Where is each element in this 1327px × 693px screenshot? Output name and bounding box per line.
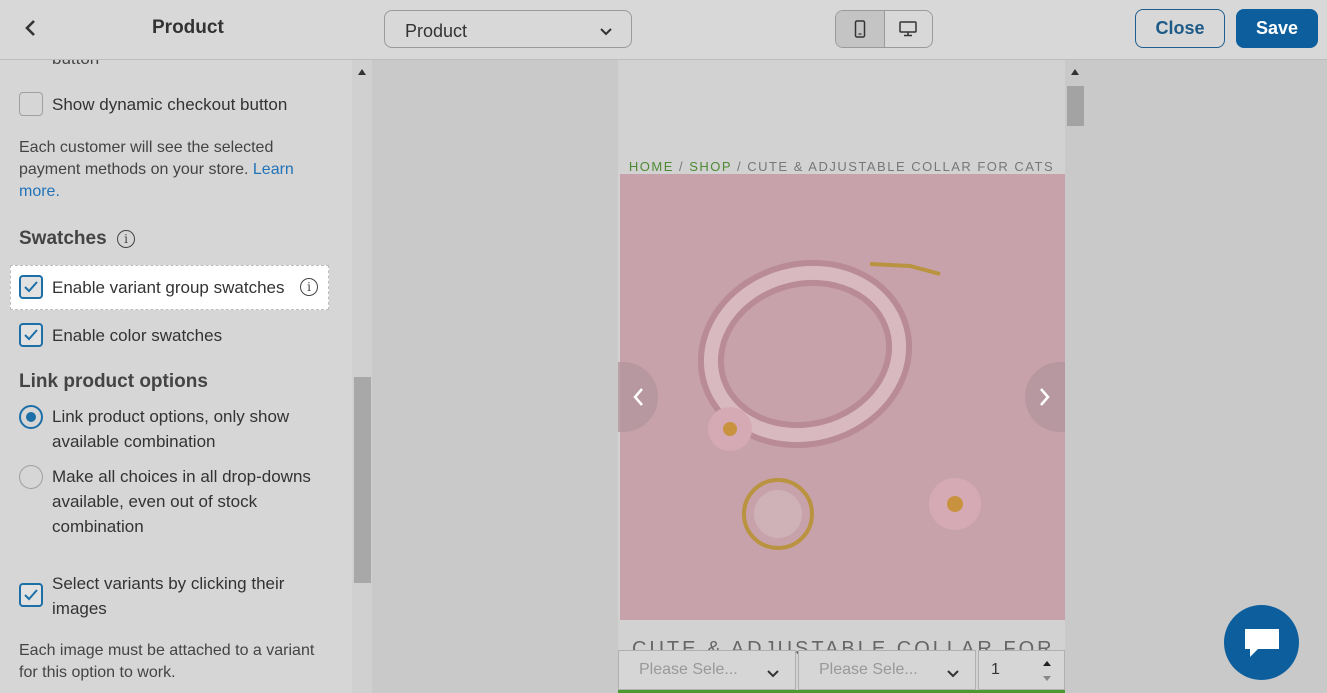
- checkmark-icon: [24, 281, 38, 293]
- chevron-right-icon: [1040, 388, 1050, 406]
- link-options-heading: Link product options: [19, 371, 208, 392]
- back-arrow-icon[interactable]: [18, 16, 42, 40]
- all-choices-radio-label: Make all choices in all drop-downs avail…: [52, 467, 311, 536]
- chat-button[interactable]: [1224, 605, 1299, 680]
- link-options-radio-label: Link product options, only show availabl…: [52, 407, 290, 451]
- desktop-view-button[interactable]: [885, 11, 933, 47]
- select-by-images-label: Select variants by clicking their images: [52, 574, 285, 618]
- dynamic-checkout-checkbox[interactable]: [19, 92, 43, 116]
- stepper-arrows-icon[interactable]: [1042, 659, 1052, 683]
- page-select-value: Product: [405, 21, 468, 41]
- chevron-left-icon: [633, 388, 643, 406]
- variant-swatches-label: Enable variant group swatches: [52, 278, 285, 297]
- swatches-heading: Swatches: [19, 228, 107, 249]
- mobile-preview-frame: HOME / SHOP / CUTE & ADJUSTABLE COLLAR F…: [618, 60, 1065, 693]
- dynamic-checkout-label: Show dynamic checkout button: [52, 95, 288, 114]
- variant-select-1[interactable]: Please Sele...: [618, 650, 796, 690]
- mobile-icon: [854, 20, 865, 38]
- variant-swatches-checkbox[interactable]: [19, 275, 43, 299]
- close-button[interactable]: Close: [1135, 9, 1225, 48]
- desktop-icon: [899, 21, 917, 37]
- panel-scrollbar-thumb[interactable]: [354, 377, 371, 583]
- preview-scrollbar[interactable]: [1065, 60, 1085, 693]
- info-icon[interactable]: i: [300, 278, 318, 296]
- color-swatches-label: Enable color swatches: [52, 326, 223, 345]
- cut-off-text: button: [52, 60, 99, 70]
- checkmark-icon: [24, 589, 38, 601]
- device-toggle: [835, 10, 933, 48]
- settings-panel: button Show dynamic checkout button Each…: [0, 60, 352, 693]
- variant-select-2[interactable]: Please Sele...: [798, 650, 976, 690]
- page-select-dropdown[interactable]: Product: [384, 10, 632, 48]
- color-swatches-checkbox[interactable]: [19, 323, 43, 347]
- chevron-down-icon: [599, 24, 613, 42]
- collar-illustration: [620, 174, 1065, 620]
- select-by-images-checkbox[interactable]: [19, 583, 43, 607]
- images-note: Each image must be attached to a variant…: [19, 642, 315, 681]
- checkmark-icon: [24, 329, 38, 341]
- preview-scrollbar-thumb[interactable]: [1067, 86, 1084, 126]
- scroll-up-arrow-icon[interactable]: [358, 69, 366, 75]
- breadcrumb-shop-link[interactable]: SHOP: [689, 159, 732, 174]
- link-options-radio[interactable]: [19, 405, 43, 429]
- scroll-up-arrow-icon[interactable]: [1071, 69, 1079, 75]
- payment-note: Each customer will see the selected paym…: [19, 139, 294, 200]
- chevron-down-icon: [947, 665, 959, 683]
- quantity-stepper[interactable]: 1: [978, 650, 1065, 690]
- top-bar: Product Product Close Save: [0, 0, 1327, 60]
- save-button[interactable]: Save: [1236, 9, 1318, 48]
- info-icon[interactable]: i: [117, 230, 135, 248]
- chevron-down-icon: [767, 665, 779, 683]
- page-title: Product: [152, 17, 224, 38]
- product-image[interactable]: [620, 174, 1065, 620]
- all-choices-radio[interactable]: [19, 465, 43, 489]
- breadcrumb-home-link[interactable]: HOME: [629, 159, 674, 174]
- chat-bubble-icon: [1244, 628, 1279, 657]
- mobile-view-button[interactable]: [836, 11, 885, 47]
